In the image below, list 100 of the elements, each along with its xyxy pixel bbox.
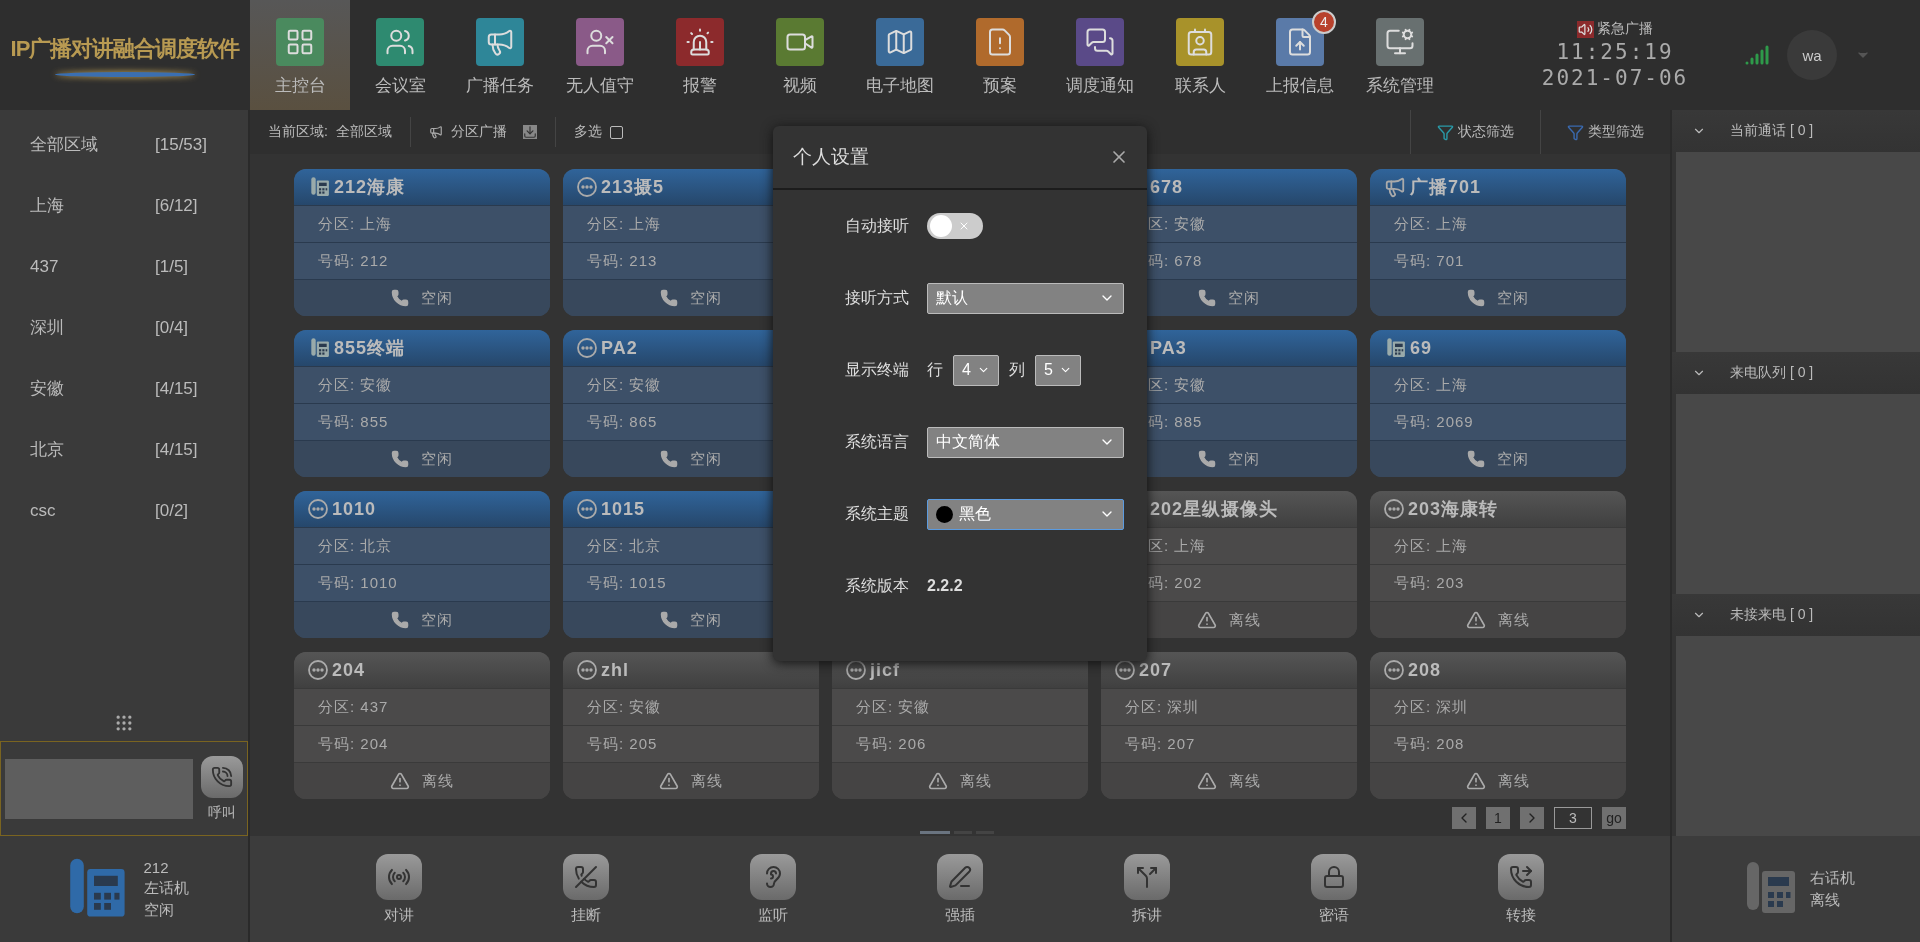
status-text: 离线 <box>1498 771 1530 791</box>
go-button[interactable]: go <box>1602 807 1626 829</box>
terminal-name: 208 <box>1408 659 1442 681</box>
number-text: 号码: 213 <box>587 251 658 271</box>
number-text: 号码: 701 <box>1394 251 1465 271</box>
action-button[interactable]: 密语 <box>1240 836 1428 942</box>
region-item[interactable]: 深圳 [0/4] <box>0 297 248 358</box>
zone-text: 区: 上海 <box>1148 536 1207 556</box>
select-field[interactable]: 黑色 <box>927 498 1124 530</box>
region-item[interactable]: 437 [1/5] <box>0 236 248 297</box>
status-text: 空闲 <box>690 288 722 308</box>
action-button[interactable]: 对讲 <box>305 836 493 942</box>
action-button[interactable]: 强插 <box>866 836 1054 942</box>
action-button[interactable]: 挂断 <box>492 836 680 942</box>
status-text: 离线 <box>1229 771 1261 791</box>
signal-icon <box>1745 43 1769 67</box>
dots-circle-icon <box>577 499 597 519</box>
region-item[interactable]: csc [0/2] <box>0 480 248 541</box>
rows-select[interactable]: 4 <box>953 354 999 386</box>
phone-icon <box>391 611 409 629</box>
zone-broadcast-button[interactable]: 分区广播 <box>450 123 507 141</box>
nav-tab[interactable]: 电子地图 <box>850 0 950 110</box>
terminal-name: 203海康转 <box>1408 498 1499 521</box>
region-item[interactable]: 北京 [4/15] <box>0 419 248 480</box>
action-button[interactable]: 监听 <box>679 836 867 942</box>
region-item[interactable]: 安徽 [4/15] <box>0 358 248 419</box>
nav-tab[interactable]: 调度通知 <box>1050 0 1150 110</box>
number-text: 码: 678 <box>1148 251 1203 271</box>
warning-icon <box>1197 771 1217 791</box>
terminal-card[interactable]: 69 分区: 上海 号码: 2069 空闲 <box>1370 330 1626 477</box>
current-area-value: 全部区域 <box>335 123 392 141</box>
status-text: 空闲 <box>1497 288 1529 308</box>
number-text: 号码: 205 <box>587 734 658 754</box>
number-text: 号码: 1015 <box>587 573 667 593</box>
dial-input[interactable] <box>5 758 193 819</box>
auto-answer-toggle[interactable] <box>927 213 983 239</box>
zone-text: 区: 安徽 <box>1148 375 1207 395</box>
terminal-card[interactable]: 203海康转 分区: 上海 号码: 203 离线 <box>1370 491 1626 638</box>
nav-tab[interactable]: 上报信息 4 <box>1250 0 1350 110</box>
row-label: 行 <box>927 359 943 380</box>
nav-tab[interactable]: 视频 <box>750 0 850 110</box>
nav-tab[interactable]: 会议室 <box>350 0 450 110</box>
number-text: 号码: 212 <box>318 251 389 271</box>
warning-icon <box>1197 610 1217 630</box>
nav-tab[interactable]: 系统管理 <box>1350 0 1450 110</box>
terminal-card[interactable]: 855终端 分区: 安徽 号码: 855 空闲 <box>294 330 550 477</box>
columns-select[interactable]: 5 <box>1035 354 1081 386</box>
zone-text: 分区: 安徽 <box>587 375 662 395</box>
nav-tab[interactable]: 主控台 <box>250 0 350 110</box>
page-input[interactable]: 3 <box>1554 807 1592 829</box>
terminal-name: 213摄5 <box>601 176 665 199</box>
number-text: 号码: 204 <box>318 734 389 754</box>
nav-tab[interactable]: 联系人 <box>1150 0 1250 110</box>
filter-icon <box>1437 123 1454 141</box>
keypad-icon[interactable] <box>114 713 134 733</box>
phone-icon <box>1467 450 1485 468</box>
setting-label: 显示终端 <box>845 359 910 380</box>
dots-circle-icon <box>1384 499 1404 519</box>
zone-text: 分区: 北京 <box>587 536 662 556</box>
warning-icon <box>659 771 679 791</box>
warning-icon <box>1466 771 1486 791</box>
terminal-card[interactable]: 207 分区: 深圳 号码: 207 离线 <box>1101 652 1357 799</box>
download-icon[interactable] <box>522 125 537 139</box>
number-text: 号码: 2069 <box>1394 412 1474 432</box>
nav-tab[interactable]: 报警 <box>650 0 750 110</box>
nav-tab[interactable]: 广播任务 <box>450 0 550 110</box>
number-text: 号码: 855 <box>318 412 389 432</box>
number-text: 码: 885 <box>1148 412 1203 432</box>
phone-status: 离线 <box>1809 890 1841 910</box>
terminal-card[interactable]: 广播701 分区: 上海 号码: 701 空闲 <box>1370 169 1626 316</box>
zone-text: 分区: 安徽 <box>318 375 393 395</box>
region-item[interactable]: 全部区域 [15/53] <box>0 114 248 175</box>
select-field[interactable]: 默认 <box>927 282 1124 314</box>
multi-select-checkbox[interactable] <box>609 125 623 139</box>
hang-up-icon <box>574 864 598 889</box>
dots-circle-icon <box>577 338 597 358</box>
phone-name: 左话机 <box>143 878 189 898</box>
select-field[interactable]: 中文简体 <box>927 426 1124 458</box>
region-item[interactable]: 上海 [6/12] <box>0 175 248 236</box>
nav-tab[interactable]: 预案 <box>950 0 1050 110</box>
action-button[interactable]: 转接 <box>1427 836 1615 942</box>
terminal-name: zhl <box>601 659 629 681</box>
terminal-card[interactable]: 1010 分区: 北京 号码: 1010 空闲 <box>294 491 550 638</box>
megaphone-icon <box>1384 176 1406 198</box>
speaker-icon <box>1578 21 1593 37</box>
emergency-broadcast-button[interactable]: 紧急广播 <box>1577 20 1653 38</box>
close-icon <box>958 220 970 232</box>
user-avatar[interactable]: wa <box>1787 30 1837 80</box>
pen-icon <box>948 864 972 889</box>
filter-button[interactable]: 状态筛选 <box>1410 110 1540 154</box>
action-button[interactable]: 拆讲 <box>1053 836 1241 942</box>
terminal-card[interactable]: 212海康 分区: 上海 号码: 212 空闲 <box>294 169 550 316</box>
terminal-card[interactable]: 208 分区: 深圳 号码: 208 离线 <box>1370 652 1626 799</box>
zone-text: 分区: 上海 <box>1394 536 1469 556</box>
nav-tab[interactable]: 无人值守 <box>550 0 650 110</box>
number-text: 号码: 208 <box>1394 734 1465 754</box>
terminal-card[interactable]: 204 分区: 437 号码: 204 离线 <box>294 652 550 799</box>
page-button[interactable]: 1 <box>1486 807 1510 829</box>
dots-circle-icon <box>577 660 597 680</box>
terminal-card[interactable]: zhl 分区: 安徽 号码: 205 离线 <box>563 652 819 799</box>
